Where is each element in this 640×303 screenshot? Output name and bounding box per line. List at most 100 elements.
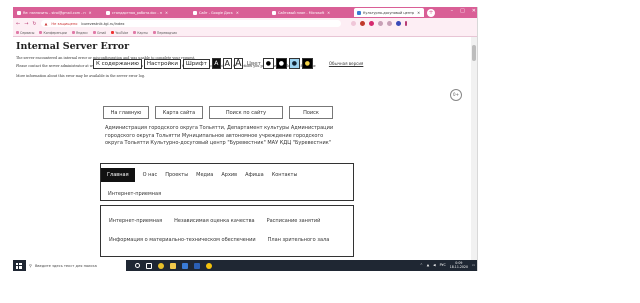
url-warning-text: Не защищено <box>51 21 78 26</box>
font-size-medium-button[interactable]: A <box>222 58 232 69</box>
sub-nav-row: Интернет-приемная Независимая оценка кач… <box>109 218 320 224</box>
close-tab-icon[interactable]: ✕ <box>417 11 420 15</box>
url-field[interactable]: ▲ Не защищено burevestnik-tgl.ru/index <box>40 20 341 27</box>
language-indicator[interactable]: РУС <box>440 263 446 267</box>
skip-to-content-button[interactable]: К содержанию <box>93 58 142 69</box>
close-tab-icon[interactable]: ✕ <box>165 11 168 15</box>
font-size-large-button[interactable]: A <box>233 58 243 69</box>
nav-item-archive[interactable]: Архив <box>221 172 237 178</box>
sub-nav-item[interactable]: Независимая оценка качества <box>174 218 254 224</box>
color-scheme-dark-button[interactable]: ● <box>301 58 313 69</box>
close-window-button[interactable]: ✕ <box>472 8 476 14</box>
chevron-up-icon[interactable]: ^ <box>420 263 423 267</box>
maximize-button[interactable]: □ <box>460 8 465 14</box>
sub-nav-item[interactable]: План зрительного зала <box>268 237 330 243</box>
menu-icon[interactable] <box>404 21 407 26</box>
sub-nav: Интернет-приемная Независимая оценка кач… <box>100 205 354 257</box>
tab-label: Сайтовый план - Microsoft <box>278 10 325 15</box>
nav-item-contacts[interactable]: Контакты <box>272 172 298 178</box>
windows-logo-icon <box>15 262 22 269</box>
clock[interactable]: 0:09 18.11.2020 <box>450 261 468 269</box>
font-size-small-button[interactable]: A <box>211 58 221 69</box>
bookmark-item[interactable]: Сервисы <box>16 31 34 35</box>
browser-tab[interactable]: Re: назначить - stroi@gmail.com - п ✕ <box>14 8 102 17</box>
app-icon[interactable] <box>206 262 212 269</box>
bookmark-item[interactable]: Переводчик <box>152 31 177 35</box>
search-input[interactable]: Поиск по сайту <box>209 106 283 119</box>
close-tab-icon[interactable]: ✕ <box>236 11 239 15</box>
bookmark-item[interactable]: Яндекс <box>71 30 88 35</box>
scrollbar-thumb[interactable] <box>472 45 476 61</box>
close-tab-icon[interactable]: ✕ <box>89 11 92 15</box>
extension-icon[interactable] <box>368 21 374 26</box>
file-explorer-icon[interactable] <box>170 262 176 269</box>
start-button[interactable] <box>13 260 24 271</box>
bookmark-label: Gmail <box>96 30 107 35</box>
cortana-icon[interactable] <box>135 263 140 268</box>
color-scheme-black-button[interactable]: ● <box>275 58 287 69</box>
chrome-icon[interactable] <box>158 262 164 269</box>
bookmark-item[interactable]: Карты <box>133 31 148 35</box>
nav-item-media[interactable]: Медиа <box>196 172 213 178</box>
settings-button[interactable]: Настройки <box>143 58 181 69</box>
volume-icon[interactable]: ◀ <box>433 263 435 267</box>
apps-icon <box>16 31 19 34</box>
browser-tab-active[interactable]: Культурно-досуговый центр ✕ <box>354 8 424 17</box>
extension-icon[interactable] <box>386 21 392 26</box>
taskbar-apps <box>135 262 212 269</box>
bookmark-label: Яндекс <box>75 30 88 35</box>
organization-text: Администрация городского округа Тольятти… <box>105 125 334 146</box>
reload-icon[interactable]: ↻ <box>32 21 36 27</box>
sub-nav-item[interactable]: Информация о материально-техническом обе… <box>109 237 256 243</box>
nav-item-about[interactable]: О нас <box>143 172 158 178</box>
back-arrow-icon[interactable]: ← <box>16 21 20 27</box>
translate-icon <box>152 31 156 34</box>
url-text: burevestnik-tgl.ru/index <box>81 21 125 26</box>
bookmark-item[interactable]: Конференции <box>39 31 67 35</box>
browser-tab[interactable]: Сайт - Google Диск ✕ <box>190 8 268 17</box>
color-label: Цвет <box>246 60 261 67</box>
error-message: More information about this error may be… <box>16 74 145 78</box>
eye-icon[interactable]: 0+ <box>450 89 462 101</box>
browser-tab[interactable]: Сайтовый план - Microsoft ✕ <box>269 8 353 17</box>
sub-nav-item[interactable]: Расписание занятий <box>267 218 321 224</box>
color-scheme-white-button[interactable]: ● <box>262 58 274 69</box>
nav-item-afisha[interactable]: Афиша <box>245 172 264 178</box>
nav-item-reception[interactable]: Интернет-приемная <box>108 191 161 197</box>
page-scrollbar[interactable] <box>471 37 477 260</box>
profile-avatar-icon[interactable] <box>395 21 401 26</box>
sitemap-link[interactable]: Карта сайта <box>155 106 203 119</box>
sub-nav-item[interactable]: Интернет-приемная <box>109 218 162 224</box>
window-controls: – □ ✕ <box>451 8 476 14</box>
page: Re: назначить - stroi@gmail.com - п ✕ ст… <box>0 0 640 303</box>
search-icon: ⚲ <box>29 263 32 268</box>
favicon-icon <box>193 10 197 15</box>
nav-item-projects[interactable]: Проекты <box>165 172 188 178</box>
network-icon[interactable]: ▲ <box>427 263 429 267</box>
tab-label: стандартная_работа.doc - п <box>112 10 162 15</box>
close-tab-icon[interactable]: ✕ <box>327 11 330 15</box>
star-icon[interactable] <box>350 21 356 26</box>
color-scheme-blue-button[interactable]: ● <box>288 58 300 69</box>
taskbar-search[interactable]: ⚲ Введите здесь текст для поиска <box>26 260 126 271</box>
search-button[interactable]: Поиск <box>289 106 333 119</box>
regular-version-link[interactable]: Обычная версия <box>329 61 363 66</box>
browser-tab[interactable]: стандартная_работа.doc - п ✕ <box>103 8 189 17</box>
word-icon[interactable] <box>194 262 200 269</box>
store-icon[interactable] <box>182 262 188 269</box>
extension-icon[interactable] <box>377 21 383 26</box>
forward-arrow-icon[interactable]: → <box>24 21 28 27</box>
bookmark-item[interactable]: Gmail <box>92 30 107 35</box>
new-tab-button[interactable]: + <box>427 8 435 17</box>
minimize-button[interactable]: – <box>451 8 454 14</box>
notification-icon[interactable]: ▭ <box>472 263 475 267</box>
warning-icon: ▲ <box>44 21 48 26</box>
extension-icon[interactable] <box>359 21 365 26</box>
page-content: Internal Server Error The server encount… <box>13 37 472 260</box>
sub-nav-row: Информация о материально-техническом обе… <box>109 237 329 243</box>
bookmark-icon <box>39 31 43 34</box>
nav-item-home[interactable]: Главная <box>101 168 135 182</box>
home-link[interactable]: На главную <box>103 106 149 119</box>
task-view-icon[interactable] <box>146 262 152 269</box>
bookmark-item[interactable]: YouTube <box>111 31 128 35</box>
